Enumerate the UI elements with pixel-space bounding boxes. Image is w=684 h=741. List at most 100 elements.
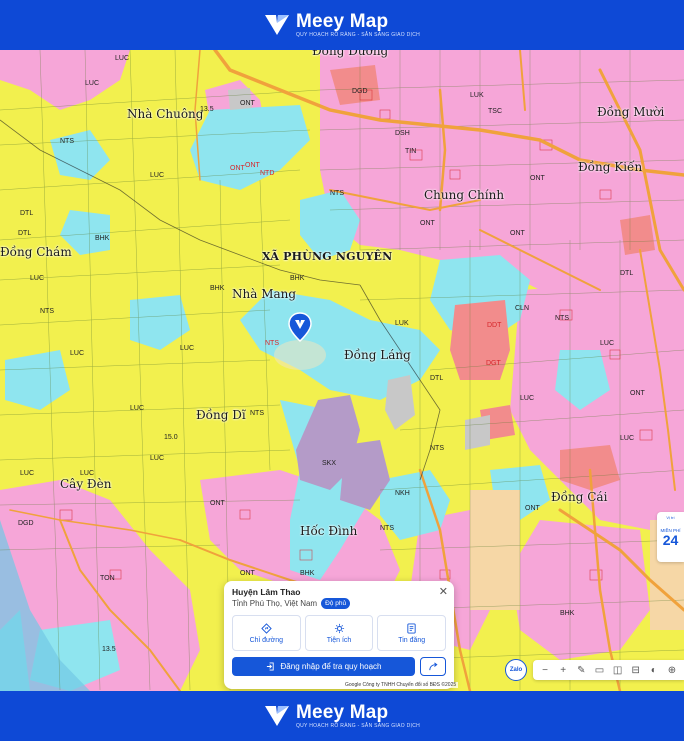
place-nha-chuong: Nhà Chuông: [127, 107, 204, 121]
directions-label: Chỉ đường: [249, 636, 284, 644]
card-subtitle-row: Tỉnh Phú Thọ, Việt Nam Độ phủ: [232, 598, 446, 609]
planning-map[interactable]: Đồng Dương Nhà Chuông Đồng Mười Đồng Kiế…: [0, 50, 684, 691]
land-code-label: LUC: [600, 340, 615, 347]
place-xa-phung-nguyen: XÃ PHÙNG NGUYÊN: [262, 250, 393, 263]
place-dong-cai: Đồng Cái: [551, 490, 608, 504]
card-title: Huyện Lâm Thao: [232, 587, 301, 597]
place-chung-chinh: Chung Chính: [424, 188, 505, 202]
land-code-label: LUC: [150, 172, 165, 179]
coverage-badge[interactable]: Độ phủ: [321, 598, 351, 609]
land-code-label: DSH: [395, 130, 410, 137]
land-code-label: ONT: [420, 220, 435, 227]
land-code-label: LUC: [520, 395, 535, 402]
amenities-icon: [334, 623, 344, 633]
land-code-label: DTL: [620, 270, 634, 277]
promo-value: 24: [662, 532, 679, 548]
place-dong-muoi: Đồng Mười: [597, 105, 665, 119]
land-code-label: DGD: [352, 88, 368, 95]
bottom-brand-bar: Meey Map QUY HOẠCH RÕ RÀNG - SẴN SÀNG GI…: [0, 691, 684, 741]
login-button[interactable]: Đăng nhập để tra quy hoạch: [232, 657, 415, 676]
ruler-icon[interactable]: ▭: [593, 664, 606, 677]
land-code-label: TSC: [488, 108, 502, 115]
listings-icon: [407, 622, 416, 634]
land-code-label: BHK: [290, 275, 305, 282]
place-dong-duong: Đồng Dương: [312, 50, 389, 58]
land-code-label: LUC: [130, 405, 145, 412]
land-code-label: LUC: [70, 350, 85, 357]
promo-side-tab[interactable]: Vị trí MIỀN PHÍ 24: [657, 512, 684, 562]
place-dong-cham: Đồng Chám: [0, 245, 72, 259]
land-code-label: NTD: [260, 170, 275, 177]
land-code-label: DDT: [487, 322, 502, 329]
land-code-label: LUC: [85, 80, 100, 87]
land-code-label: NTS: [555, 315, 569, 322]
map-toolbar: − + ✎ ▭ ◫ ⊟ ◐ ⊕: [533, 660, 684, 680]
share-button[interactable]: [420, 657, 446, 676]
land-code-label: ONT: [245, 162, 260, 169]
action-row: Chỉ đường Tiện ích Tin đăng: [232, 615, 447, 651]
place-dong-lang: Đồng Láng: [344, 348, 411, 362]
zoom-in-icon[interactable]: +: [557, 664, 570, 677]
land-code-label: NTS: [330, 190, 344, 197]
elevation-label: 13.5: [200, 106, 214, 113]
login-label: Đăng nhập để tra quy hoạch: [280, 662, 382, 671]
land-code-label: NTS: [60, 138, 74, 145]
land-code-label: LUC: [115, 55, 130, 62]
land-code-label: DTL: [430, 375, 444, 382]
login-row: Đăng nhập để tra quy hoạch: [232, 657, 446, 676]
listings-button[interactable]: Tin đăng: [377, 615, 447, 651]
land-code-label: LUC: [20, 470, 35, 477]
land-code-label: ONT: [510, 230, 525, 237]
elevation-label: 13.5: [102, 646, 116, 653]
place-dong-di: Đồng Dĩ: [196, 408, 246, 422]
land-code-label: DGD: [18, 520, 34, 527]
compare-icon[interactable]: ⊟: [629, 664, 642, 677]
land-code-label: DTL: [18, 230, 32, 237]
map-attribution: Google Công ty TNHH Chuyển đổi số BĐS ©2…: [343, 682, 459, 688]
land-code-label: ONT: [530, 175, 545, 182]
land-code-label: BHK: [300, 570, 315, 577]
land-code-label: ONT: [240, 570, 255, 577]
land-code-label: ONT: [630, 390, 645, 397]
share-icon: [428, 662, 438, 671]
land-code-label: NTS: [380, 525, 394, 532]
place-dong-kien: Đồng Kiến: [578, 160, 643, 174]
land-code-label: ONT: [525, 505, 540, 512]
land-code-label: DTL: [20, 210, 34, 217]
amenities-label: Tiện ích: [326, 636, 352, 644]
land-code-label: LUC: [180, 345, 195, 352]
meey-logo-icon: [264, 706, 289, 726]
place-cay-den: Cây Đèn: [60, 477, 112, 491]
land-code-label: LUC: [150, 455, 165, 462]
amenities-button[interactable]: Tiện ích: [304, 615, 374, 651]
zoom-out-icon[interactable]: −: [539, 664, 552, 677]
locate-icon[interactable]: ⊕: [665, 664, 678, 677]
top-brand-bar: Meey Map QUY HOẠCH RÕ RÀNG - SẴN SÀNG GI…: [0, 0, 684, 50]
promo-line1: Vị trí: [666, 515, 675, 520]
close-icon[interactable]: ✕: [439, 585, 448, 598]
location-info-card: ✕ Huyện Lâm Thao Tỉnh Phú Thọ, Việt Nam …: [224, 581, 454, 689]
contrast-icon[interactable]: ◐: [647, 664, 660, 677]
land-code-label: LUC: [620, 435, 635, 442]
land-code-label: ONT: [210, 500, 225, 507]
brand-name: Meey Map: [295, 701, 389, 723]
meey-logo-icon: [264, 15, 289, 35]
land-code-label: LUK: [395, 320, 409, 327]
pencil-icon[interactable]: ✎: [575, 664, 588, 677]
land-code-label: CLN: [515, 305, 530, 312]
directions-icon: [261, 622, 272, 634]
land-code-label: SKX: [322, 460, 337, 467]
directions-button[interactable]: Chỉ đường: [232, 615, 301, 651]
land-code-label: NTS: [430, 445, 444, 452]
zalo-chat-button[interactable]: Zalo: [505, 659, 527, 681]
brand-tagline: QUY HOẠCH RÕ RÀNG - SẴN SÀNG GIAO DỊCH: [295, 722, 421, 729]
land-code-label: TIN: [405, 148, 417, 155]
land-code-label: NTS: [250, 410, 264, 417]
land-code-label: LUK: [470, 92, 484, 99]
layers-icon[interactable]: ◫: [611, 664, 624, 677]
land-code-label: ONT: [230, 165, 245, 172]
card-subtitle: Tỉnh Phú Thọ, Việt Nam: [232, 599, 318, 608]
land-code-label: DGT: [486, 360, 501, 367]
brand-name: Meey Map: [295, 10, 389, 32]
location-pin-icon[interactable]: [288, 312, 312, 342]
